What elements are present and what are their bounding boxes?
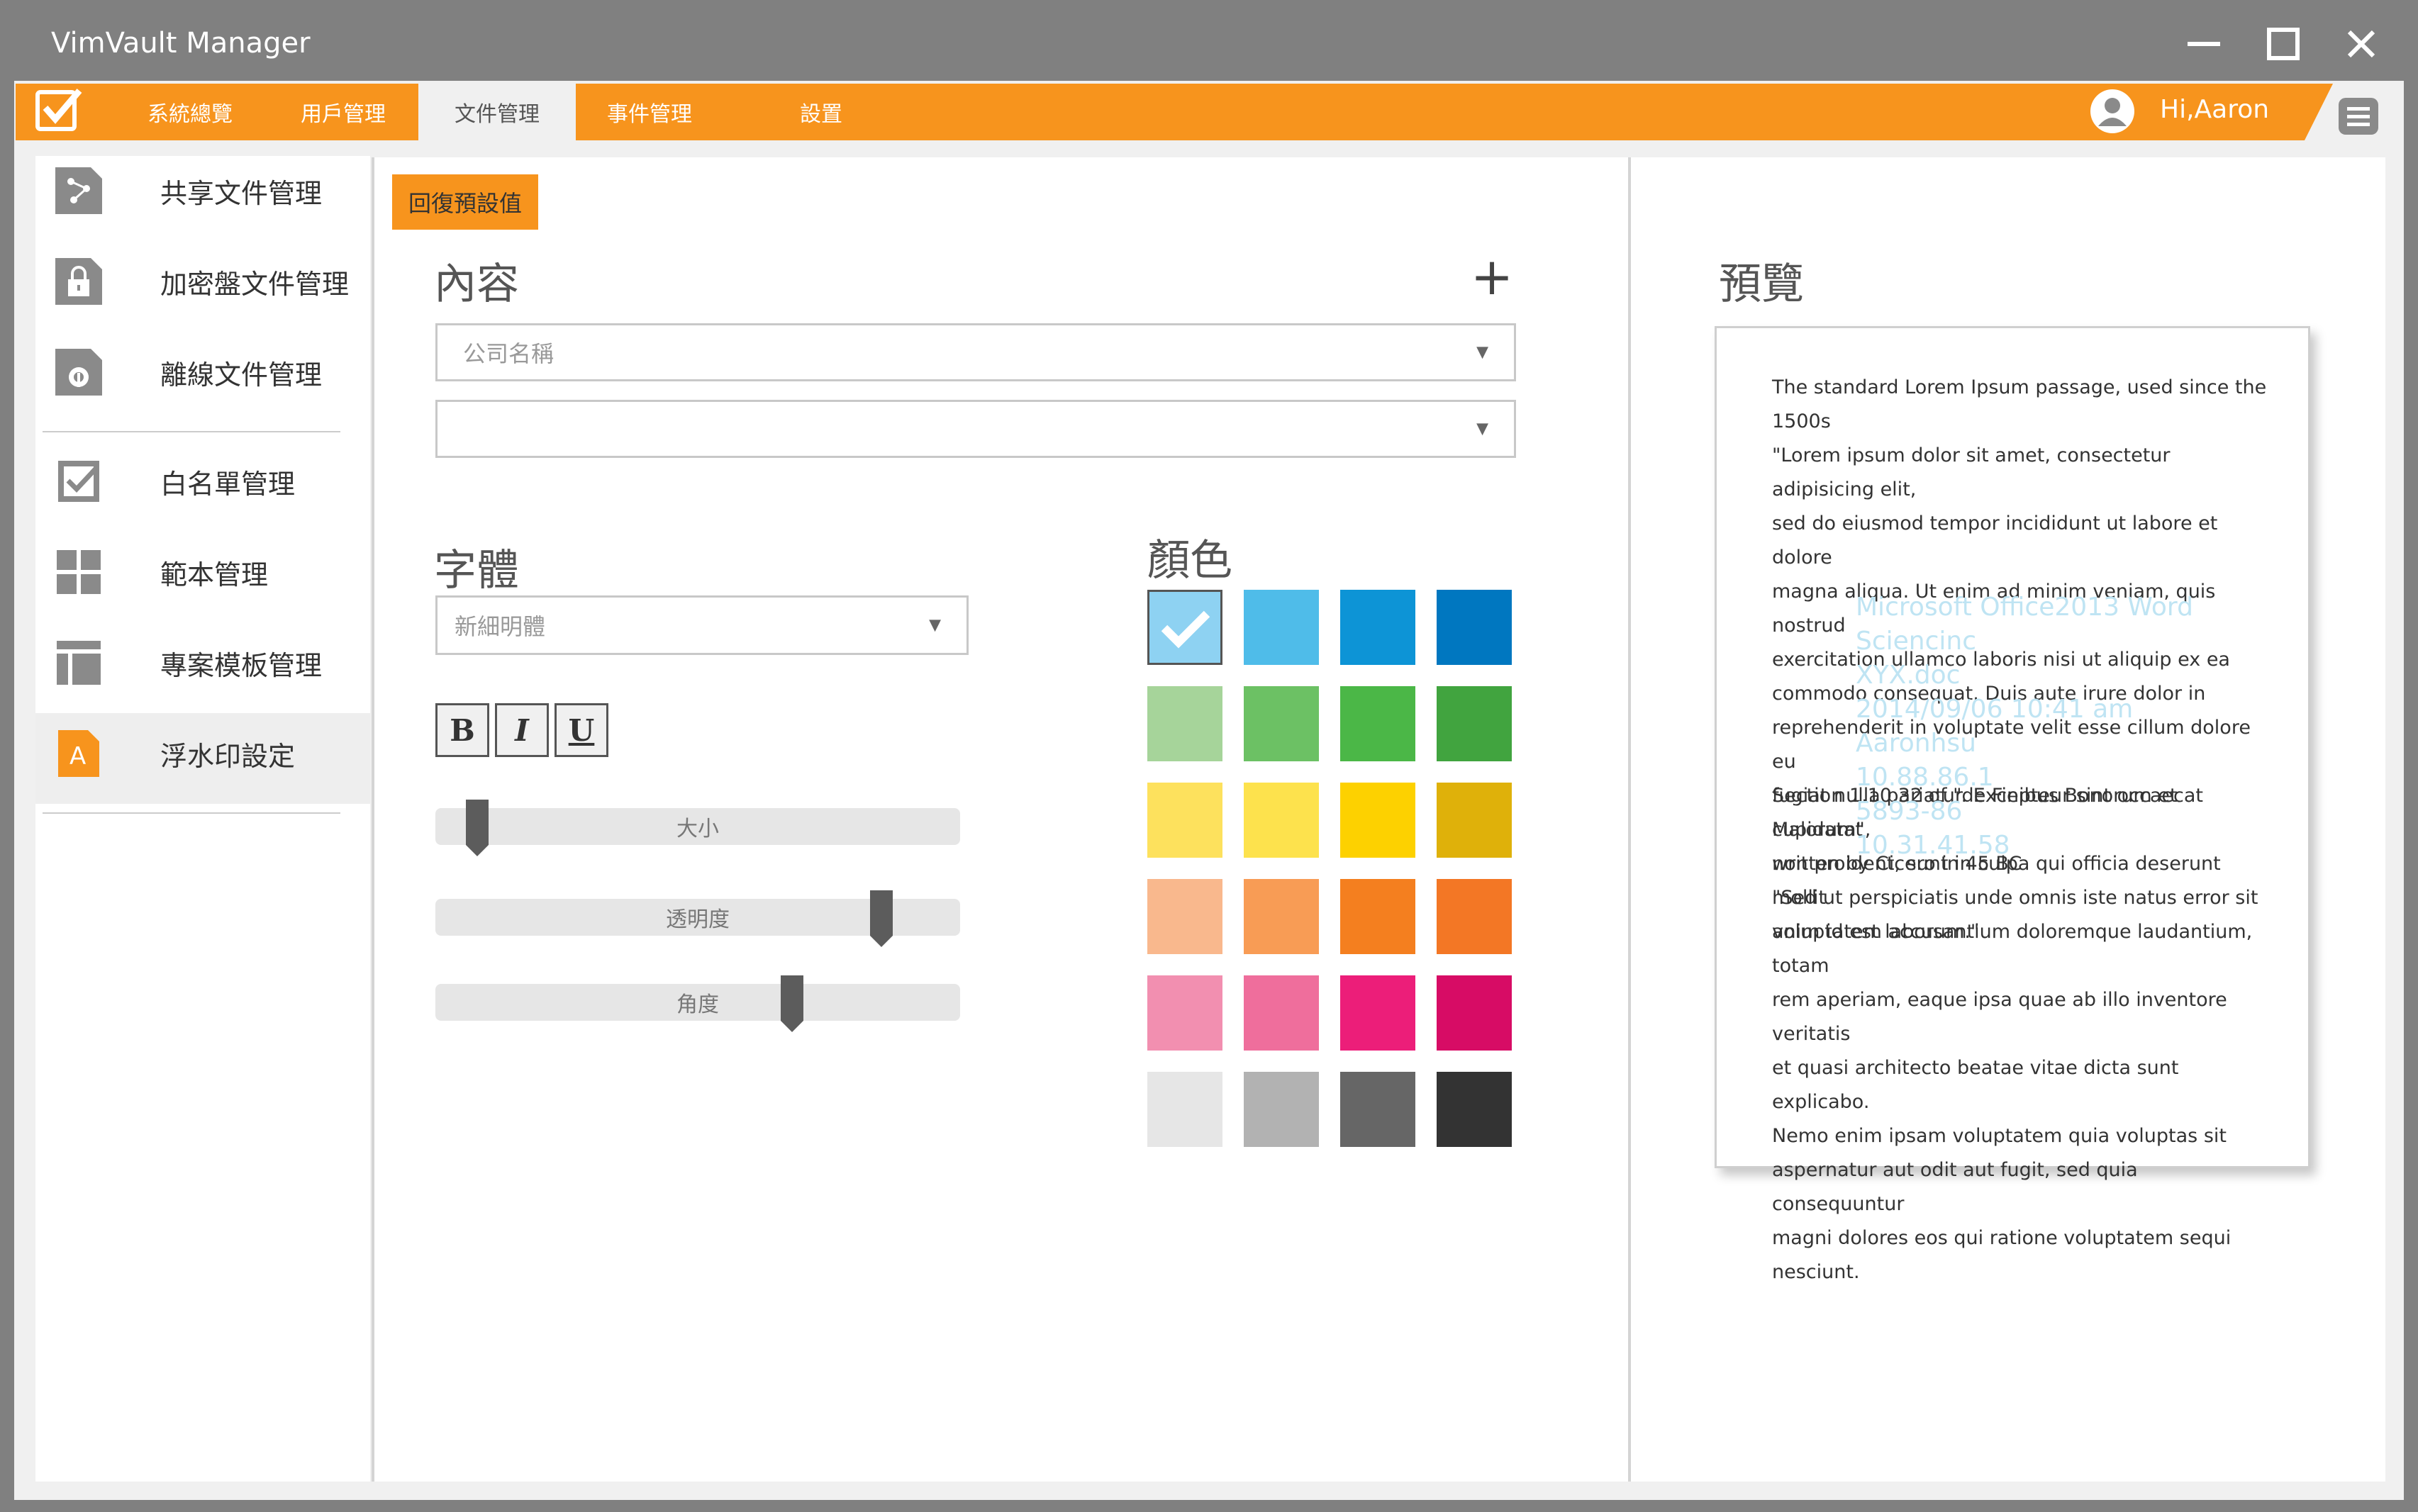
- reset-defaults-button[interactable]: 回復預設值: [392, 174, 538, 230]
- color-swatch[interactable]: [1147, 975, 1222, 1051]
- share-icon: [55, 167, 102, 214]
- color-swatch[interactable]: [1340, 975, 1415, 1051]
- sidebar-item-label: 白名單管理: [160, 469, 296, 500]
- color-swatch[interactable]: [1437, 975, 1512, 1051]
- opacity-slider[interactable]: 透明度: [435, 890, 960, 947]
- sidebar-item-label: 專案模板管理: [160, 650, 323, 681]
- menu-item-overview[interactable]: 系統總覽: [121, 84, 260, 140]
- italic-button[interactable]: I: [495, 703, 549, 757]
- underline-button[interactable]: U: [555, 703, 608, 757]
- color-swatch[interactable]: [1437, 783, 1512, 858]
- maximize-icon: [2267, 28, 2300, 60]
- content-select-company[interactable]: 公司名稱 ▼: [435, 323, 1516, 381]
- sidebar-item-label: 加密盤文件管理: [160, 269, 350, 300]
- menu-item-settings[interactable]: 設置: [752, 84, 891, 140]
- color-swatch[interactable]: [1340, 783, 1415, 858]
- sidebar-item-project-templates[interactable]: 專案模板管理: [35, 622, 370, 713]
- user-greeting[interactable]: Hi,Aaron: [2160, 95, 2269, 124]
- check-icon: [1161, 610, 1210, 649]
- font-section-title: 字體: [434, 546, 519, 595]
- sidebar-item-label: 共享文件管理: [160, 178, 323, 209]
- color-swatch[interactable]: [1147, 1072, 1222, 1147]
- minimize-button[interactable]: [2175, 21, 2232, 67]
- size-slider[interactable]: 大小: [435, 800, 960, 856]
- color-swatch[interactable]: [1244, 879, 1319, 954]
- color-swatch[interactable]: [1147, 879, 1222, 954]
- bold-button[interactable]: B: [435, 703, 489, 757]
- offline-icon: [55, 349, 102, 396]
- color-section-title: 顏色: [1147, 536, 1232, 586]
- slider-thumb-icon[interactable]: [781, 975, 804, 1032]
- sidebar-item-offline-files[interactable]: 離線文件管理: [35, 332, 370, 422]
- content-section-title: 內容: [434, 259, 519, 309]
- add-content-button[interactable]: +: [1471, 247, 1513, 306]
- sidebar-item-label: 離線文件管理: [160, 359, 323, 391]
- minimize-icon: [2188, 42, 2220, 46]
- user-avatar-icon: [2090, 89, 2134, 133]
- grid-icon: [55, 549, 102, 595]
- sidebar-item-encrypted-files[interactable]: 加密盤文件管理: [35, 241, 370, 332]
- menu-button[interactable]: [2337, 96, 2380, 136]
- sidebar-item-shared-files[interactable]: 共享文件管理: [35, 150, 370, 241]
- sidebar-item-watermark[interactable]: A 浮水印設定: [35, 713, 370, 804]
- sidebar-item-label: 範本管理: [160, 559, 269, 590]
- app-logo: [35, 88, 82, 132]
- preview-section-title: 預覽: [1719, 259, 1804, 309]
- color-swatch[interactable]: [1437, 1072, 1512, 1147]
- color-swatch[interactable]: [1147, 590, 1222, 665]
- sidebar-item-templates[interactable]: 範本管理: [35, 532, 370, 622]
- slider-thumb-icon[interactable]: [466, 800, 489, 856]
- checkbox-icon: [55, 458, 102, 505]
- color-swatch[interactable]: [1147, 783, 1222, 858]
- color-swatch[interactable]: [1244, 975, 1319, 1051]
- color-swatch[interactable]: [1340, 590, 1415, 665]
- app-title: VimVault Manager: [51, 27, 311, 60]
- sidebar-item-label: 浮水印設定: [160, 741, 296, 772]
- sidebar-item-whitelist[interactable]: 白名單管理: [35, 441, 370, 532]
- watermark-text: Microsoft Office2013 Word Sciencinc XYX.…: [1856, 593, 2193, 860]
- preview-paragraph: "Sed ut perspiciatis unde omnis iste nat…: [1772, 887, 2258, 1283]
- dropdown-arrow-icon: ▼: [1476, 420, 1488, 438]
- check-logo-icon: [35, 89, 82, 131]
- color-swatch[interactable]: [1244, 686, 1319, 761]
- sidebar-divider: [43, 812, 340, 814]
- color-swatch[interactable]: [1244, 590, 1319, 665]
- color-palette: [1147, 590, 1516, 1147]
- color-swatch[interactable]: [1340, 1072, 1415, 1147]
- color-swatch[interactable]: [1437, 879, 1512, 954]
- menu-item-events[interactable]: 事件管理: [580, 84, 719, 140]
- slider-thumb-icon[interactable]: [870, 890, 893, 947]
- slider-label: 大小: [676, 817, 719, 841]
- dropdown-arrow-icon: ▼: [1476, 343, 1488, 362]
- close-icon: [2347, 30, 2375, 58]
- preview-paragraph: The standard Lorem Ipsum passage, used s…: [1772, 376, 2267, 432]
- color-swatch[interactable]: [1437, 686, 1512, 761]
- color-swatch[interactable]: [1437, 590, 1512, 665]
- preview-document: The standard Lorem Ipsum passage, used s…: [1715, 326, 2310, 1283]
- font-select-value: 新細明體: [455, 613, 546, 640]
- slider-label: 角度: [676, 992, 719, 1017]
- lock-icon: [55, 258, 102, 305]
- sidebar-divider: [43, 431, 340, 432]
- dropdown-arrow-icon: ▼: [929, 616, 941, 634]
- layout-icon: [55, 639, 102, 686]
- text-a-icon: A: [55, 730, 102, 777]
- content-select-second[interactable]: ▼: [435, 400, 1516, 458]
- hamburger-icon: [2339, 98, 2378, 135]
- maximize-button[interactable]: [2255, 21, 2312, 67]
- close-button[interactable]: [2333, 21, 2390, 67]
- color-swatch[interactable]: [1244, 1072, 1319, 1147]
- menu-item-users[interactable]: 用戶管理: [274, 84, 413, 140]
- menu-item-files[interactable]: 文件管理: [418, 84, 576, 140]
- color-swatch[interactable]: [1340, 686, 1415, 761]
- svg-text:A: A: [69, 742, 86, 771]
- color-swatch[interactable]: [1244, 783, 1319, 858]
- color-swatch[interactable]: [1147, 686, 1222, 761]
- angle-slider[interactable]: 角度: [435, 975, 960, 1032]
- color-swatch[interactable]: [1340, 879, 1415, 954]
- user-avatar[interactable]: [2089, 88, 2136, 135]
- font-select[interactable]: 新細明體 ▼: [435, 595, 969, 655]
- content-select-value: 公司名稱: [463, 340, 555, 367]
